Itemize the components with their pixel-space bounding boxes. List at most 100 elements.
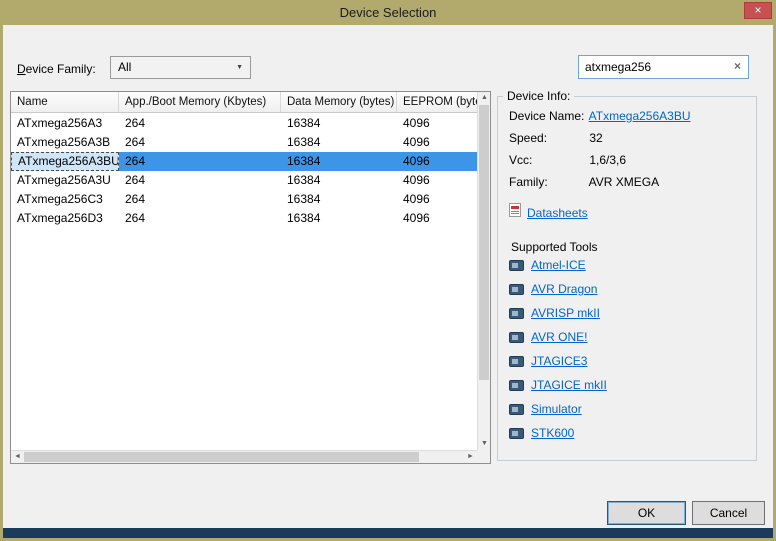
family-label: Family:	[509, 175, 586, 189]
cell-name[interactable]: ATxmega256A3B	[11, 133, 119, 152]
dialog-body: Device Family: All ▼ × Name App./Boot Me…	[3, 25, 773, 528]
stk600-link[interactable]: STK600	[531, 426, 574, 440]
speed-value: 32	[589, 131, 602, 145]
column-header-eeprom[interactable]: EEPROM (bytes)	[397, 92, 477, 112]
cell-app-boot[interactable]: 264	[119, 114, 281, 133]
speed-field: Speed: 32	[509, 131, 603, 145]
table-row-selected[interactable]: ATxmega256A3BU 264 16384 4096	[11, 152, 477, 171]
vcc-field: Vcc: 1,6/3,6	[509, 153, 626, 167]
jtagice3-icon	[509, 356, 524, 367]
simulator-link[interactable]: Simulator	[531, 402, 582, 416]
cell-app-boot[interactable]: 264	[119, 152, 281, 171]
dialog-title: Device Selection	[0, 5, 776, 20]
jtagice3-link[interactable]: JTAGICE3	[531, 354, 587, 368]
speed-label: Speed:	[509, 131, 586, 145]
cell-app-boot[interactable]: 264	[119, 190, 281, 209]
avrisp-mkii-link[interactable]: AVRISP mkII	[531, 306, 600, 320]
table-row[interactable]: ATxmega256C3 264 16384 4096	[11, 190, 477, 209]
family-value: AVR XMEGA	[589, 175, 659, 189]
stk600-icon	[509, 428, 524, 439]
device-family-label: Device Family:	[17, 62, 96, 76]
column-header-app-boot-memory[interactable]: App./Boot Memory (Kbytes)	[119, 92, 281, 112]
device-family-dropdown[interactable]: All ▼	[110, 56, 251, 79]
cell-eeprom[interactable]: 4096	[397, 171, 477, 190]
device-name-label: Device Name:	[509, 109, 586, 123]
titlebar: Device Selection ×	[0, 0, 776, 25]
vertical-scrollbar[interactable]: ▲ ▼	[477, 92, 490, 450]
cell-eeprom[interactable]: 4096	[397, 133, 477, 152]
supported-tools-list: Atmel-ICE AVR Dragon AVRISP mkII AVR ONE…	[509, 257, 607, 441]
tool-item: Simulator	[509, 401, 607, 417]
supported-tools-title: Supported Tools	[511, 240, 598, 254]
family-field: Family: AVR XMEGA	[509, 175, 659, 189]
jtagice-mkii-link[interactable]: JTAGICE mkII	[531, 378, 607, 392]
vertical-scroll-thumb[interactable]	[479, 105, 489, 380]
device-table: Name App./Boot Memory (Kbytes) Data Memo…	[10, 91, 491, 464]
cell-eeprom[interactable]: 4096	[397, 190, 477, 209]
cell-eeprom[interactable]: 4096	[397, 114, 477, 133]
vcc-label: Vcc:	[509, 153, 586, 167]
close-icon[interactable]: ×	[744, 2, 772, 19]
avr-dragon-link[interactable]: AVR Dragon	[531, 282, 597, 296]
table-body: ATxmega256A3 264 16384 4096 ATxmega256A3…	[11, 114, 477, 450]
tool-item: AVR Dragon	[509, 281, 607, 297]
pdf-icon	[509, 203, 521, 222]
column-header-data-memory[interactable]: Data Memory (bytes)	[281, 92, 397, 112]
cell-name[interactable]: ATxmega256A3	[11, 114, 119, 133]
cell-app-boot[interactable]: 264	[119, 209, 281, 228]
tool-item: AVR ONE!	[509, 329, 607, 345]
device-family-value: All	[118, 60, 131, 74]
cell-data-memory[interactable]: 16384	[281, 152, 397, 171]
cell-eeprom[interactable]: 4096	[397, 209, 477, 228]
atmel-ice-link[interactable]: Atmel-ICE	[531, 258, 586, 272]
simulator-icon	[509, 404, 524, 415]
cell-data-memory[interactable]: 16384	[281, 190, 397, 209]
cell-app-boot[interactable]: 264	[119, 133, 281, 152]
avr-one-link[interactable]: AVR ONE!	[531, 330, 587, 344]
cell-name[interactable]: ATxmega256A3BU	[11, 152, 119, 171]
datasheets-link[interactable]: Datasheets	[527, 206, 588, 220]
scrollbar-corner	[477, 450, 490, 463]
cell-name[interactable]: ATxmega256C3	[11, 190, 119, 209]
tool-item: AVRISP mkII	[509, 305, 607, 321]
cell-data-memory[interactable]: 16384	[281, 133, 397, 152]
cell-name[interactable]: ATxmega256D3	[11, 209, 119, 228]
device-search-box: ×	[578, 55, 749, 79]
table-row[interactable]: ATxmega256A3 264 16384 4096	[11, 114, 477, 133]
cell-data-memory[interactable]: 16384	[281, 114, 397, 133]
table-row[interactable]: ATxmega256A3U 264 16384 4096	[11, 171, 477, 190]
footer-strip	[3, 528, 773, 538]
cell-data-memory[interactable]: 16384	[281, 209, 397, 228]
cell-name[interactable]: ATxmega256A3U	[11, 171, 119, 190]
avrisp-mkii-icon	[509, 308, 524, 319]
scroll-left-icon[interactable]: ◄	[11, 451, 24, 463]
cell-eeprom[interactable]: 4096	[397, 152, 477, 171]
avr-one-icon	[509, 332, 524, 343]
column-header-name[interactable]: Name	[11, 92, 119, 112]
ok-button[interactable]: OK	[607, 501, 686, 525]
scroll-down-icon[interactable]: ▼	[478, 438, 491, 450]
table-row[interactable]: ATxmega256A3B 264 16384 4096	[11, 133, 477, 152]
table-header: Name App./Boot Memory (Kbytes) Data Memo…	[11, 92, 477, 113]
chevron-down-icon: ▼	[236, 57, 243, 78]
cell-app-boot[interactable]: 264	[119, 171, 281, 190]
jtagice-mkii-icon	[509, 380, 524, 391]
tool-item: JTAGICE3	[509, 353, 607, 369]
cell-data-memory[interactable]: 16384	[281, 171, 397, 190]
device-name-field: Device Name: ATxmega256A3BU	[509, 109, 691, 123]
device-name-link[interactable]: ATxmega256A3BU	[589, 109, 691, 123]
tool-item: JTAGICE mkII	[509, 377, 607, 393]
device-info-panel: Device Name: ATxmega256A3BU Speed: 32 Vc…	[497, 96, 757, 461]
horizontal-scrollbar[interactable]: ◄ ►	[11, 450, 477, 463]
clear-search-icon[interactable]: ×	[734, 59, 741, 73]
device-selection-dialog: Device Selection × Device Family: All ▼ …	[0, 0, 776, 541]
vcc-value: 1,6/3,6	[589, 153, 626, 167]
scroll-right-icon[interactable]: ►	[464, 451, 477, 463]
search-input[interactable]	[585, 59, 725, 75]
device-info-title: Device Info:	[503, 89, 574, 103]
tool-item: Atmel-ICE	[509, 257, 607, 273]
table-row[interactable]: ATxmega256D3 264 16384 4096	[11, 209, 477, 228]
cancel-button[interactable]: Cancel	[692, 501, 765, 525]
horizontal-scroll-thumb[interactable]	[24, 452, 419, 462]
scroll-up-icon[interactable]: ▲	[478, 92, 491, 104]
